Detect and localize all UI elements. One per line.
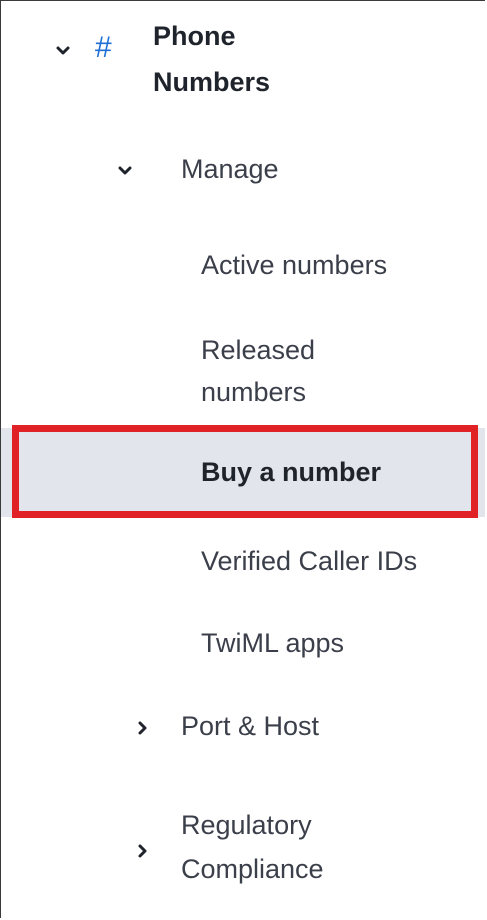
sidebar-item-buy-a-number[interactable]: Buy a number: [1, 428, 485, 517]
section-title: Phone Numbers: [153, 21, 271, 97]
sidebar-item-label-line1: Released: [201, 335, 316, 365]
sidebar-group-label-line2: Compliance: [181, 854, 324, 884]
chevron-right-icon: [135, 843, 151, 859]
sidebar-item-twiml-apps[interactable]: TwiML apps: [1, 615, 485, 675]
sidebar-item-label-line2: numbers: [201, 377, 307, 407]
sidebar-item-label: TwiML apps: [201, 628, 345, 658]
sidebar-group-label: Manage: [181, 154, 279, 184]
sidebar-item-verified-caller-ids[interactable]: Verified Caller IDs: [1, 533, 485, 593]
sidebar-item-label: Active numbers: [201, 250, 388, 280]
sidebar-item-label: Buy a number: [201, 457, 382, 487]
hash-icon: #: [95, 31, 112, 64]
sidebar-group-port-host[interactable]: Port & Host: [1, 698, 485, 758]
chevron-right-icon: [135, 720, 151, 736]
sidebar-item-label: Verified Caller IDs: [201, 546, 418, 576]
chevron-down-icon: [117, 163, 133, 179]
sidebar-group-label: Port & Host: [181, 711, 320, 741]
sidebar-nav: # Phone Numbers Manage Active numbers Re…: [0, 0, 485, 918]
sidebar-group-label-line1: Regulatory: [181, 810, 312, 840]
sidebar-item-active-numbers[interactable]: Active numbers: [1, 237, 485, 297]
chevron-down-icon: [55, 43, 71, 59]
sidebar-group-regulatory-compliance[interactable]: Regulatory Compliance: [1, 801, 485, 901]
sidebar-section-phone-numbers[interactable]: # Phone Numbers: [1, 1, 485, 116]
sidebar-group-manage[interactable]: Manage: [1, 141, 485, 201]
sidebar-item-released-numbers[interactable]: Released numbers: [1, 326, 485, 416]
